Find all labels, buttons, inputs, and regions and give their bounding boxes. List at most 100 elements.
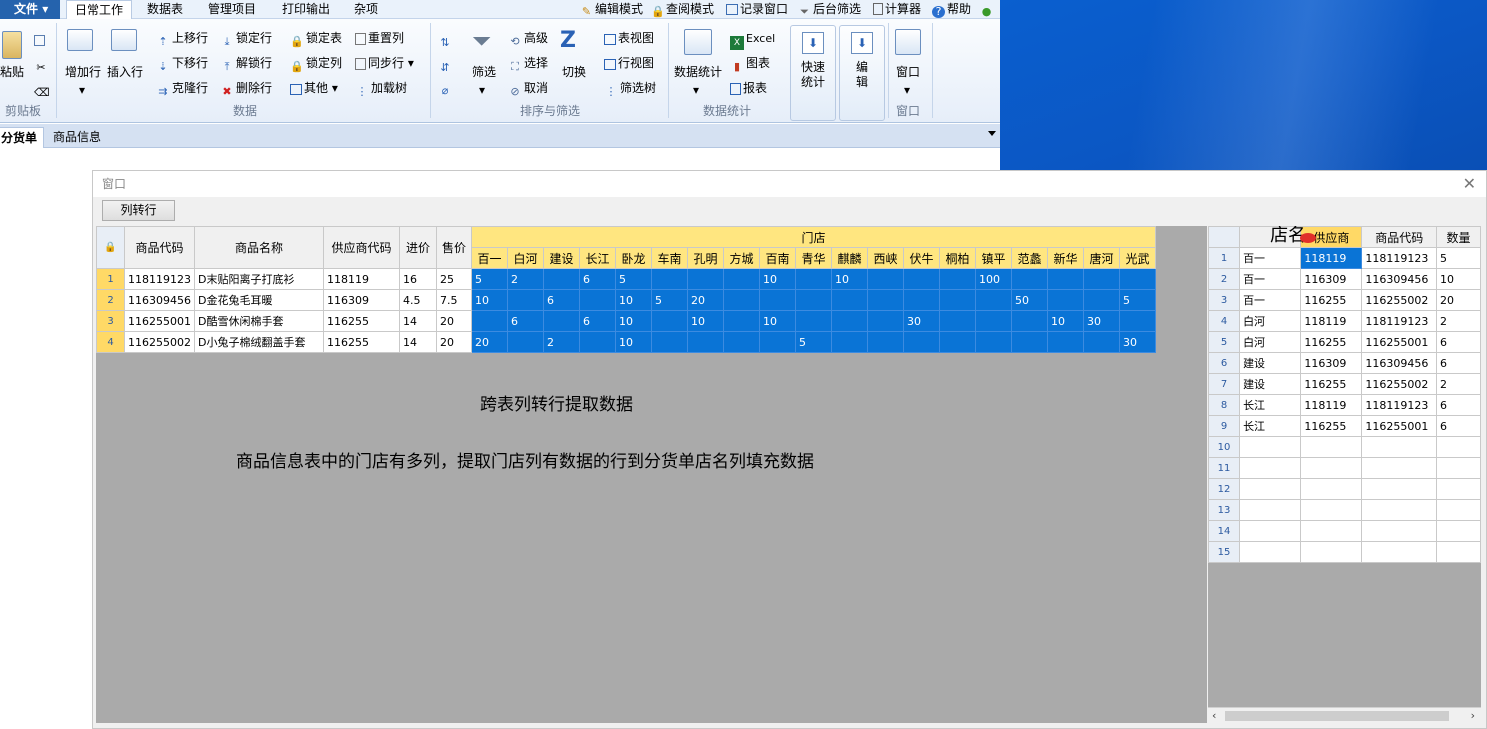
cut-icon[interactable]: ✂ [34,56,50,75]
tab-manage-items[interactable]: 管理项目 [200,0,264,19]
cell-store-qty[interactable]: 10 [471,289,508,311]
row-number[interactable]: 12 [1208,478,1241,500]
cell-store-qty[interactable] [903,289,940,311]
row-number[interactable]: 8 [1208,394,1241,416]
cell-store-qty[interactable] [1083,331,1120,353]
cell-store-qty[interactable] [687,331,724,353]
cell-product-code[interactable]: 118119123 [1361,394,1438,416]
table-row[interactable]: 5 白河 116255 116255001 6 [1208,331,1481,353]
cell-store-qty[interactable] [939,289,976,311]
reset-column-button[interactable]: 重置列 [355,30,404,46]
cell-store-qty[interactable]: 5 [615,268,652,290]
cell-store-qty[interactable] [1119,310,1156,332]
table-row[interactable]: 4 116255002 D小兔子棉绒翻盖手套 116255 14 20 20 2 10 5 30 [96,331,1156,353]
allocation-grid[interactable]: 店名 供应商 商品代码 数量 1 百一 118119 118119123 5 2 百一 116… [1208,226,1481,563]
header-store[interactable]: 孔明 [687,247,724,269]
cell-product-code[interactable]: 118119123 [1361,310,1438,332]
header-store[interactable]: 百一 [471,247,508,269]
row-number[interactable]: 13 [1208,499,1241,521]
cell-store-qty[interactable] [723,289,760,311]
table-row[interactable]: 3 116255001 D酷雪休闲棉手套 116255 14 20 6 6 10 10 10 30 10… [96,310,1156,332]
header-store[interactable]: 西峡 [867,247,904,269]
cell-store-qty[interactable] [975,331,1012,353]
cell-store-qty[interactable] [507,331,544,353]
cell-product-code[interactable] [1361,541,1438,563]
cell-supplier[interactable] [1300,457,1363,479]
cell-product-name[interactable]: D酷雪休闲棉手套 [194,310,324,332]
cell-product-code[interactable]: 116309456 [1361,268,1438,290]
cell-supplier[interactable] [1300,436,1363,458]
lock-column-button[interactable]: 🔒 锁定列 [290,55,342,74]
view-mode-button[interactable]: 🔒查阅模式 [651,0,714,19]
cell-store-qty[interactable]: 20 [687,289,724,311]
delete-row-button[interactable]: ✖ 删除行 [220,80,272,99]
quick-stats-button[interactable]: ⬇ 快速 统计 [790,25,836,121]
cell-quantity[interactable] [1436,541,1481,563]
record-window-button[interactable]: 记录窗口 [726,0,788,19]
cell-shop-name[interactable]: 长江 [1239,394,1302,416]
cell-store-qty[interactable]: 10 [759,268,796,290]
cell-store-qty[interactable]: 2 [543,331,580,353]
row-number[interactable]: 7 [1208,373,1241,395]
cell-product-code[interactable]: 118119123 [124,268,195,290]
cell-store-qty[interactable]: 20 [471,331,508,353]
cell-store-qty[interactable] [579,331,616,353]
cell-product-code[interactable]: 118119123 [1361,247,1438,269]
header-quantity[interactable]: 数量 [1436,226,1481,248]
row-number[interactable]: 15 [1208,541,1241,563]
table-row[interactable]: 1 百一 118119 118119123 5 [1208,247,1481,269]
cell-store-qty[interactable] [1119,268,1156,290]
eraser-icon[interactable]: ⌫ [34,81,50,100]
cell-shop-name[interactable]: 白河 [1239,331,1302,353]
cell-store-qty[interactable]: 50 [1011,289,1048,311]
sort-desc-icon[interactable]: ⇵ [438,56,454,75]
cell-quantity[interactable]: 10 [1436,268,1481,290]
cell-store-qty[interactable]: 5 [651,289,688,311]
cell-quantity[interactable]: 6 [1436,352,1481,374]
header-sale-price[interactable]: 售价 [436,226,472,269]
cell-quantity[interactable] [1436,436,1481,458]
cell-shop-name[interactable] [1239,541,1302,563]
cell-store-qty[interactable] [759,289,796,311]
cell-product-code[interactable]: 116255002 [1361,373,1438,395]
cell-product-code[interactable]: 116255001 [124,310,195,332]
cell-supplier-code[interactable]: 116255 [323,310,400,332]
chart-button[interactable]: ▮ 图表 [730,55,770,74]
clear-sort-icon[interactable]: ⌀ [438,79,454,98]
cell-store-qty[interactable] [723,331,760,353]
cell-store-qty[interactable]: 30 [903,310,940,332]
row-number[interactable]: 11 [1208,457,1241,479]
header-store[interactable]: 范蠡 [1011,247,1048,269]
table-row[interactable]: 2 百一 116309 116309456 10 [1208,268,1481,290]
header-store[interactable]: 镇平 [975,247,1012,269]
cell-supplier[interactable] [1300,541,1363,563]
header-store[interactable]: 车南 [651,247,688,269]
scroll-right-icon[interactable]: › [1471,709,1475,722]
cell-product-code[interactable] [1361,478,1438,500]
column-to-row-button[interactable]: 列转行 [102,200,175,221]
cell-supplier[interactable]: 116309 [1300,268,1363,290]
cell-cost-price[interactable]: 16 [399,268,437,290]
unlock-row-button[interactable]: ⤒ 解锁行 [220,55,272,74]
cell-store-qty[interactable] [543,310,580,332]
cell-store-qty[interactable]: 10 [615,289,652,311]
header-store[interactable]: 方城 [723,247,760,269]
cell-store-qty[interactable]: 5 [795,331,832,353]
grid-corner-lock-icon[interactable]: 🔒 [96,226,125,269]
advanced-filter-button[interactable]: ⟲ 高级 [508,30,548,49]
grid-corner[interactable] [1208,226,1241,248]
cell-sale-price[interactable]: 25 [436,268,472,290]
cell-store-qty[interactable] [543,268,580,290]
file-menu-button[interactable]: 文件 ▾ [0,0,60,19]
tab-print-output[interactable]: 打印输出 [274,0,338,19]
header-store[interactable]: 青华 [795,247,832,269]
header-store[interactable]: 卧龙 [615,247,652,269]
cell-supplier[interactable] [1300,499,1363,521]
cell-product-code[interactable]: 116255002 [124,331,195,353]
cell-product-code[interactable]: 116309456 [124,289,195,311]
cell-store-qty[interactable] [1083,268,1120,290]
cell-supplier-code[interactable]: 116255 [323,331,400,353]
cell-sale-price[interactable]: 7.5 [436,289,472,311]
cell-store-qty[interactable] [939,268,976,290]
cell-quantity[interactable]: 2 [1436,310,1481,332]
